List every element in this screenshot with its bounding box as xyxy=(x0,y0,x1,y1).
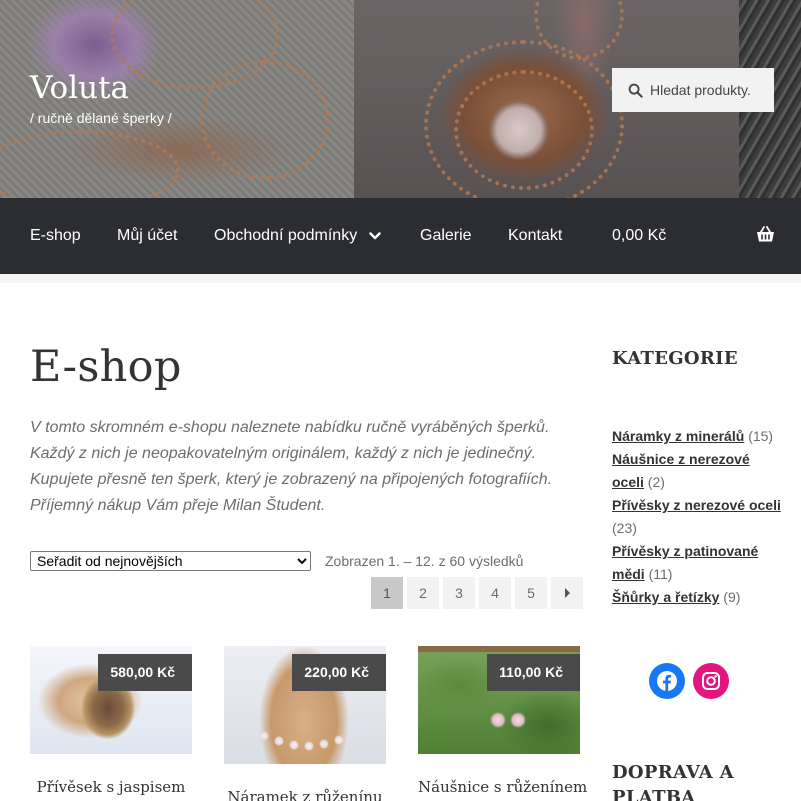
intro-line: Příjemný nákup Vám přeje Milan Študent. xyxy=(30,497,326,514)
site-header: Voluta / ručně dělané šperky / xyxy=(0,0,801,198)
product-image[interactable]: 580,00 Kč xyxy=(30,646,192,754)
facebook-icon xyxy=(657,671,677,691)
shop-intro: V tomto skromném e-shopu naleznete nabíd… xyxy=(30,415,575,519)
page-link[interactable]: 4 xyxy=(479,577,511,609)
basket-icon[interactable] xyxy=(756,226,775,243)
price-badge: 220,00 Kč xyxy=(292,654,386,691)
list-item: Šňůrky a řetízky (9) xyxy=(612,586,782,609)
product-name[interactable]: Přívěsek s jaspisem xyxy=(30,778,192,796)
product-card[interactable]: 220,00 Kč Náramek z růženínu xyxy=(224,646,386,801)
list-item: Náušnice z nerezové oceli (2) xyxy=(612,448,782,494)
page-link[interactable]: 3 xyxy=(443,577,475,609)
product-name[interactable]: Náušnice s růženínem xyxy=(418,778,587,796)
instagram-link[interactable] xyxy=(693,663,729,699)
price-badge: 110,00 Kč xyxy=(487,654,580,691)
intro-line: Každý z nich je neopakovatelným originál… xyxy=(30,445,537,462)
category-count: (11) xyxy=(648,566,673,582)
category-count: (15) xyxy=(748,428,774,444)
product-name[interactable]: Náramek z růženínu xyxy=(224,788,386,801)
intro-line: V tomto skromném e-shopu naleznete nabíd… xyxy=(30,419,550,436)
page-link[interactable]: 5 xyxy=(515,577,547,609)
nav-item-terms[interactable]: Obchodní podmínky xyxy=(214,198,381,274)
category-link[interactable]: Šňůrky a řetízky xyxy=(612,589,719,605)
primary-navigation: E-shop Můj účet Obchodní podmínky Galeri… xyxy=(0,198,801,283)
category-link[interactable]: Přívěsky z nerezové oceli xyxy=(612,497,781,513)
search-icon xyxy=(628,83,643,98)
site-title[interactable]: Voluta xyxy=(30,70,129,106)
product-image[interactable]: 110,00 Kč xyxy=(418,646,580,754)
pagination: 1 2 3 4 5 xyxy=(371,577,583,609)
product-search[interactable] xyxy=(612,68,775,112)
shipping-title: DOPRAVA A PLATBA xyxy=(612,762,734,801)
nav-item-terms-label: Obchodní podmínky xyxy=(214,227,358,244)
site-description: / ručně dělané šperky / xyxy=(30,110,172,126)
nav-item-eshop[interactable]: E-shop xyxy=(30,198,81,274)
instagram-icon xyxy=(702,672,720,690)
facebook-link[interactable] xyxy=(649,663,685,699)
next-page-button[interactable] xyxy=(551,577,583,609)
list-item: Přívěsky z patinované mědi (11) xyxy=(612,540,782,586)
intro-line: Kupujete přesně ten šperk, který je zobr… xyxy=(30,471,553,488)
page-title: E-shop xyxy=(30,342,182,392)
category-count: (9) xyxy=(723,589,741,605)
search-input[interactable] xyxy=(650,82,775,98)
nav-item-my-account[interactable]: Můj účet xyxy=(117,198,177,274)
product-image[interactable]: 220,00 Kč xyxy=(224,646,386,764)
category-link[interactable]: Náramky z minerálů xyxy=(612,428,744,444)
category-link[interactable]: Přívěsky z patinované mědi xyxy=(612,543,758,582)
list-item: Náramky z minerálů (15) xyxy=(612,425,782,448)
list-item: Přívěsky z nerezové oceli (23) xyxy=(612,494,782,540)
product-card[interactable]: 580,00 Kč Přívěsek s jaspisem xyxy=(30,646,192,796)
nav-item-gallery[interactable]: Galerie xyxy=(420,198,472,274)
product-card[interactable]: 110,00 Kč Náušnice s růženínem xyxy=(418,646,587,796)
category-link[interactable]: Náušnice z nerezové oceli xyxy=(612,451,750,490)
nav-divider xyxy=(0,274,801,283)
sort-select[interactable]: Seřadit od nejnovějších xyxy=(30,551,311,571)
chevron-right-icon xyxy=(564,588,570,598)
categories-title: KATEGORIE xyxy=(612,348,738,369)
page-link[interactable]: 2 xyxy=(407,577,439,609)
cart-total[interactable]: 0,00 Kč xyxy=(612,198,666,274)
category-list: Náramky z minerálů (15) Náušnice z nerez… xyxy=(612,425,782,609)
category-count: (23) xyxy=(612,520,637,536)
chevron-down-icon[interactable] xyxy=(369,232,381,240)
result-count: Zobrazen 1. – 12. z 60 výsledků xyxy=(325,553,524,569)
category-count: (2) xyxy=(647,474,665,490)
nav-item-contact[interactable]: Kontakt xyxy=(508,198,562,274)
price-badge: 580,00 Kč xyxy=(98,654,192,691)
page-link-current[interactable]: 1 xyxy=(371,577,403,609)
